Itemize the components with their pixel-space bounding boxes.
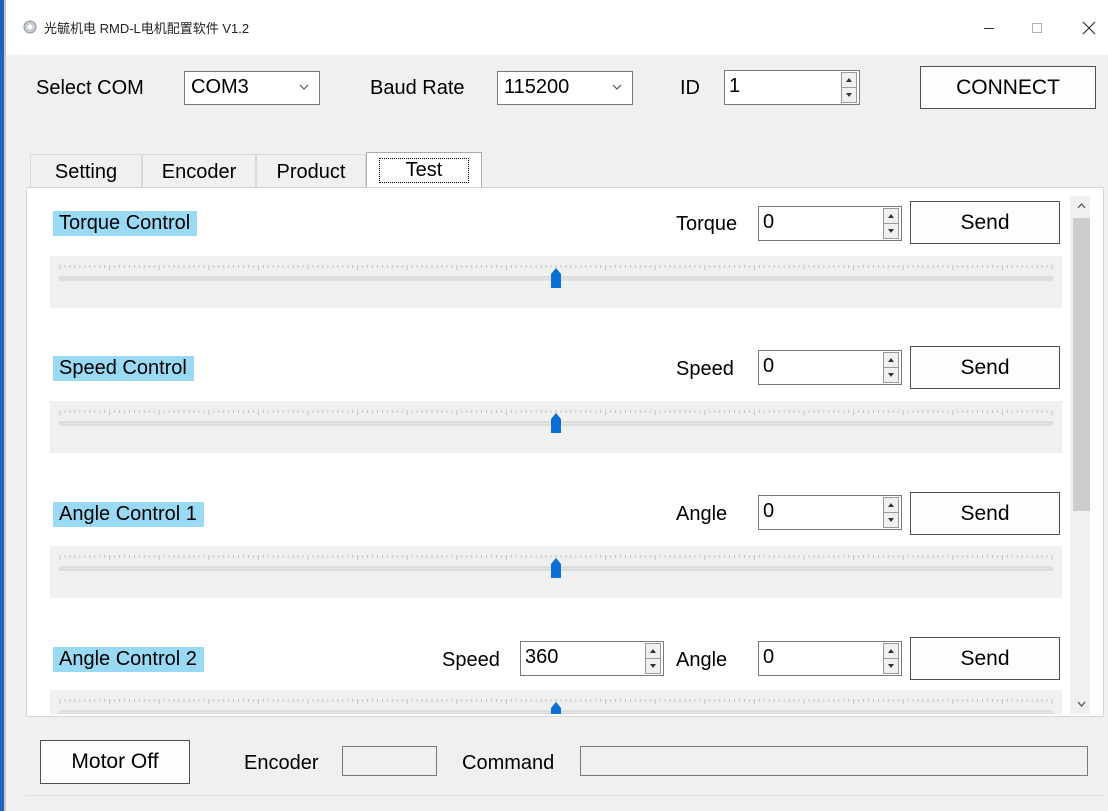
torque-control-title: Torque Control (53, 211, 198, 236)
minimize-button[interactable] (966, 10, 1012, 46)
connect-button[interactable]: CONNECT (920, 66, 1096, 109)
angle-2-slider[interactable] (50, 690, 1062, 714)
speed-control-title: Speed Control (53, 356, 194, 381)
id-label: ID (680, 77, 700, 99)
window-title: 光毓机电 RMD-L电机配置软件 V1.2 (44, 21, 250, 36)
spin-up-icon[interactable] (884, 498, 898, 513)
angle-2-value: 0 (763, 646, 775, 668)
torque-value: 0 (763, 211, 775, 233)
panel-bottom-border (26, 795, 1104, 796)
id-spinbox[interactable]: 1 (724, 70, 860, 105)
spin-up-icon[interactable] (884, 353, 898, 368)
close-button[interactable] (1066, 10, 1108, 46)
minimize-icon (984, 28, 994, 29)
angle-2-speed-spinbox[interactable]: 360 (520, 641, 664, 676)
encoder-label: Encoder (244, 752, 319, 774)
spin-up-icon[interactable] (842, 73, 856, 88)
speed-label: Speed (676, 358, 734, 380)
angle-2-speed-label: Speed (442, 649, 500, 671)
spin-buttons[interactable] (841, 72, 857, 103)
spin-buttons[interactable] (883, 352, 899, 383)
slider-thumb[interactable] (551, 702, 561, 714)
spin-buttons[interactable] (883, 208, 899, 239)
tab-test-label: Test (378, 158, 470, 183)
angle-control-1-title: Angle Control 1 (53, 502, 204, 527)
command-field (580, 746, 1088, 776)
spin-up-icon[interactable] (884, 644, 898, 659)
tab-encoder[interactable]: Encoder (142, 154, 256, 189)
slider-thumb[interactable] (551, 268, 561, 288)
slider-thumb[interactable] (551, 558, 561, 578)
baud-rate-value: 115200 (504, 76, 570, 98)
encoder-field (342, 746, 437, 776)
spin-down-icon[interactable] (646, 659, 660, 673)
select-com-label: Select COM (36, 77, 144, 99)
maximize-button[interactable] (1014, 10, 1060, 46)
motor-off-button[interactable]: Motor Off (40, 740, 190, 784)
spin-buttons[interactable] (645, 643, 661, 674)
baud-rate-label: Baud Rate (370, 77, 465, 99)
angle-control-2-title: Angle Control 2 (53, 647, 204, 672)
spin-buttons[interactable] (883, 643, 899, 674)
scroll-up-icon[interactable] (1073, 198, 1090, 214)
angle-2-speed-value: 360 (525, 646, 559, 668)
baud-rate-select[interactable]: 115200 (497, 71, 633, 105)
angle-1-send-button[interactable]: Send (910, 492, 1060, 535)
speed-value: 0 (763, 355, 775, 377)
spin-down-icon[interactable] (884, 368, 898, 382)
tab-setting[interactable]: Setting (30, 154, 142, 189)
id-value: 1 (729, 75, 741, 97)
speed-slider[interactable] (50, 401, 1062, 453)
spin-down-icon[interactable] (884, 224, 898, 238)
spin-down-icon[interactable] (842, 88, 856, 102)
slider-thumb[interactable] (551, 413, 561, 433)
com-port-select[interactable]: COM3 (184, 71, 320, 105)
spin-down-icon[interactable] (884, 659, 898, 673)
com-port-value: COM3 (191, 76, 249, 98)
angle-2-spinbox[interactable]: 0 (758, 641, 902, 676)
torque-send-button[interactable]: Send (910, 201, 1060, 244)
angle-1-value: 0 (763, 500, 775, 522)
maximize-icon (1032, 23, 1042, 33)
angle-1-spinbox[interactable]: 0 (758, 495, 902, 530)
scrollbar-thumb[interactable] (1073, 218, 1090, 511)
spin-buttons[interactable] (883, 497, 899, 528)
scroll-down-icon[interactable] (1073, 696, 1090, 712)
app-icon (22, 19, 38, 35)
angle-2-send-button[interactable]: Send (910, 637, 1060, 680)
tab-test[interactable]: Test (366, 152, 482, 188)
tab-product[interactable]: Product (256, 154, 366, 189)
chevron-down-icon (612, 84, 622, 90)
spin-up-icon[interactable] (646, 644, 660, 659)
angle-1-label: Angle (676, 503, 728, 525)
close-icon (1082, 21, 1096, 35)
window-edge-shadow (4, 0, 6, 811)
angle-1-slider[interactable] (50, 546, 1062, 598)
torque-spinbox[interactable]: 0 (758, 206, 902, 241)
speed-spinbox[interactable]: 0 (758, 350, 902, 385)
angle-2-label: Angle (676, 649, 728, 671)
torque-slider[interactable] (50, 256, 1062, 308)
speed-send-button[interactable]: Send (910, 346, 1060, 389)
spin-up-icon[interactable] (884, 209, 898, 224)
command-label: Command (462, 752, 555, 774)
chevron-down-icon (299, 84, 309, 90)
spin-down-icon[interactable] (884, 513, 898, 527)
torque-label: Torque (676, 213, 738, 235)
